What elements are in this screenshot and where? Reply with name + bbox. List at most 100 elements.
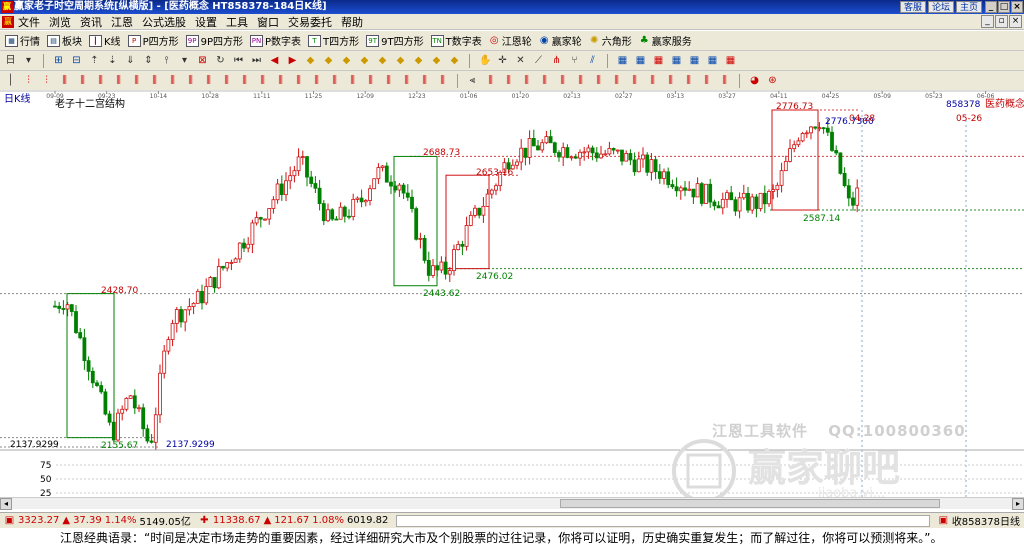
zoom-in-icon[interactable]: ⊞	[53, 55, 64, 66]
table6-icon[interactable]: ▦	[707, 55, 718, 66]
link-forum[interactable]: 论坛	[927, 1, 954, 13]
fib21-icon[interactable]: ⫼	[419, 75, 430, 86]
gann-icon[interactable]: ⫷	[467, 75, 478, 86]
fib20-icon[interactable]: ⫼	[401, 75, 412, 86]
fib9-icon[interactable]: ⫼	[203, 75, 214, 86]
fib19-icon[interactable]: ⫼	[383, 75, 394, 86]
gann8-icon[interactable]: ⫼	[593, 75, 604, 86]
fib17-icon[interactable]: ⫼	[347, 75, 358, 86]
close-button[interactable]: ×	[1011, 1, 1023, 13]
settings-grid-icon[interactable]: ⊠	[197, 55, 208, 66]
pin-icon[interactable]: ⫯	[161, 55, 172, 66]
diamond-icon[interactable]: ◆	[305, 55, 316, 66]
fib15-icon[interactable]: ⫼	[311, 75, 322, 86]
hand-icon[interactable]: ✋	[479, 55, 491, 66]
menu-settings[interactable]: 设置	[195, 14, 217, 30]
menu-browse[interactable]: 浏览	[49, 14, 71, 30]
fib6-icon[interactable]: ⫼	[149, 75, 160, 86]
diamond5-icon[interactable]: ◆	[377, 55, 388, 66]
table2-icon[interactable]: ▦	[635, 55, 646, 66]
gann6-icon[interactable]: ⫼	[557, 75, 568, 86]
scroll-right-icon[interactable]: ▸	[1012, 498, 1024, 510]
maximize-button[interactable]: □	[998, 1, 1010, 13]
fib13-icon[interactable]: ⫼	[275, 75, 286, 86]
mdi-restore-button[interactable]: ▫	[995, 15, 1008, 28]
expand-icon[interactable]: ⇕	[143, 55, 154, 66]
back-icon[interactable]: ◀	[269, 55, 280, 66]
toolbar-9t-square-button[interactable]: 9T 9T四方形	[366, 33, 424, 48]
toolbar-t-square-button[interactable]: T T四方形	[308, 33, 359, 48]
menu-news[interactable]: 资讯	[80, 14, 102, 30]
table3-icon[interactable]: ▦	[653, 55, 664, 66]
last-icon[interactable]: ⏭	[251, 55, 262, 66]
fork-icon[interactable]: ⑂	[569, 55, 580, 66]
gann9-icon[interactable]: ⫼	[611, 75, 622, 86]
toolbar-hexagon-button[interactable]: ✺ 六角形	[589, 33, 632, 48]
gann11-icon[interactable]: ⫼	[647, 75, 658, 86]
status-index-1[interactable]: ▣ 3323.27 ▲ 37.39 1.14% 5149.05亿	[0, 513, 195, 528]
period-line-icon[interactable]: ⫶	[23, 75, 34, 86]
minimize-button[interactable]: _	[985, 1, 997, 13]
menu-file[interactable]: 文件	[18, 14, 40, 30]
gann15-icon[interactable]: ⫼	[719, 75, 730, 86]
gann5-icon[interactable]: ⫼	[539, 75, 550, 86]
diamond6-icon[interactable]: ◆	[395, 55, 406, 66]
status-index-2[interactable]: ✚ 11338.67 ▲ 121.67 1.08% 6019.82	[195, 515, 393, 526]
gann10-icon[interactable]: ⫼	[629, 75, 640, 86]
fib11-icon[interactable]: ⫼	[239, 75, 250, 86]
line-icon[interactable]: ⟋	[533, 55, 544, 66]
scroll-thumb[interactable]	[560, 499, 940, 508]
fib14-icon[interactable]: ⫼	[293, 75, 304, 86]
mdi-minimize-button[interactable]: _	[981, 15, 994, 28]
gann4-icon[interactable]: ⫼	[521, 75, 532, 86]
link-homepage[interactable]: 主页	[955, 1, 982, 13]
menu-gann[interactable]: 江恩	[111, 14, 133, 30]
settings-icon[interactable]: ⊛	[767, 75, 778, 86]
diamond3-icon[interactable]: ◆	[341, 55, 352, 66]
gann14-icon[interactable]: ⫼	[701, 75, 712, 86]
fib-icon[interactable]: ⫼	[59, 75, 70, 86]
forward-icon[interactable]: ▶	[287, 55, 298, 66]
horizontal-scrollbar[interactable]: ◂ ▸	[0, 497, 1024, 510]
table-icon[interactable]: ▦	[617, 55, 628, 66]
fib7-icon[interactable]: ⫼	[167, 75, 178, 86]
fib8-icon[interactable]: ⫼	[185, 75, 196, 86]
fib4-icon[interactable]: ⫼	[113, 75, 124, 86]
table4-icon[interactable]: ▦	[671, 55, 682, 66]
toolbar-sector-button[interactable]: ▤ 板块	[47, 33, 82, 48]
period-icon[interactable]: 日	[5, 55, 16, 66]
fib12-icon[interactable]: ⫼	[257, 75, 268, 86]
fib5-icon[interactable]: ⫼	[131, 75, 142, 86]
fib22-icon[interactable]: ⫼	[437, 75, 448, 86]
menu-formula-screen[interactable]: 公式选股	[142, 14, 186, 30]
diamond8-icon[interactable]: ◆	[431, 55, 442, 66]
mdi-close-button[interactable]: ×	[1009, 15, 1022, 28]
toolbar-9p-square-button[interactable]: 9P 9P四方形	[185, 33, 243, 48]
gann13-icon[interactable]: ⫼	[683, 75, 694, 86]
menu-help[interactable]: 帮助	[341, 14, 363, 30]
link-support[interactable]: 客服	[899, 1, 926, 13]
diamond9-icon[interactable]: ◆	[449, 55, 460, 66]
scroll-left-icon[interactable]: ◂	[0, 498, 12, 510]
zoom-out-icon[interactable]: ⊟	[71, 55, 82, 66]
crosshair-icon[interactable]: ✛	[497, 55, 508, 66]
menu-trading[interactable]: 交易委托	[288, 14, 332, 30]
toolbar-winner-service-button[interactable]: ♣ 赢家服务	[639, 33, 692, 48]
gann2-icon[interactable]: ⫼	[485, 75, 496, 86]
move-down-icon[interactable]: ⇣	[107, 55, 118, 66]
gann3-icon[interactable]: ⫼	[503, 75, 514, 86]
table7-icon[interactable]: ▦	[725, 55, 736, 66]
diamond7-icon[interactable]: ◆	[413, 55, 424, 66]
fib2-icon[interactable]: ⫼	[77, 75, 88, 86]
toolbar-gann-wheel-button[interactable]: ◎ 江恩轮	[489, 33, 532, 48]
toolbar-quotes-button[interactable]: ▦ 行情	[5, 33, 40, 48]
status-scroll[interactable]	[396, 514, 930, 527]
gann7-icon[interactable]: ⫼	[575, 75, 586, 86]
table5-icon[interactable]: ▦	[689, 55, 700, 66]
toolbar-p-table-button[interactable]: PN P数字表	[250, 33, 301, 48]
toolbar-p-square-button[interactable]: P P四方形	[127, 33, 179, 48]
option-dropdown-icon[interactable]: ▾	[179, 55, 190, 66]
kline-chart[interactable]: 09-09 09-23 10-14 10-28 11-11 11-25 12-09 12-23…	[0, 90, 1024, 512]
fib16-icon[interactable]: ⫼	[329, 75, 340, 86]
arrow-down-icon[interactable]: ⇓	[125, 55, 136, 66]
